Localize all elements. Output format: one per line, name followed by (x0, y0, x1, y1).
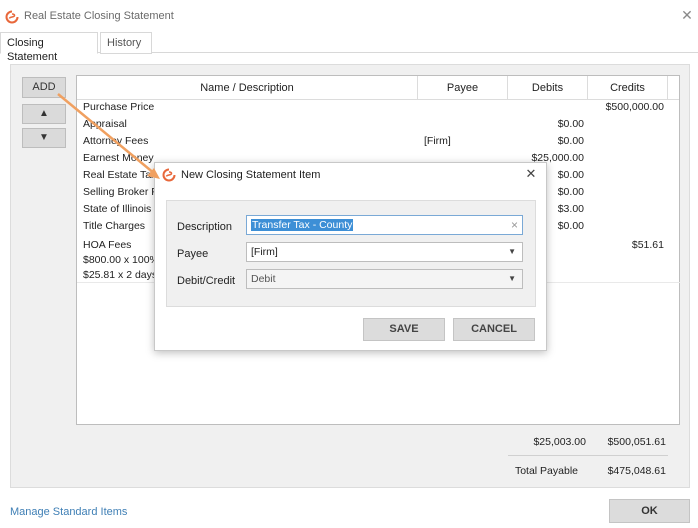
column-header-credits[interactable]: Credits (588, 76, 668, 100)
row-credit[interactable]: $500,000.00 (588, 99, 664, 116)
move-down-button[interactable]: ▼ (22, 128, 66, 148)
add-button[interactable]: ADD (22, 77, 66, 98)
row-credit[interactable]: $51.61 (588, 237, 664, 254)
row-name[interactable]: Purchase Price (83, 99, 415, 116)
tab-history[interactable]: History (100, 32, 152, 54)
payee-label: Payee (177, 248, 209, 260)
tab-closing-statement[interactable]: Closing Statement (0, 32, 98, 63)
dialog-title: New Closing Statement Item (181, 169, 321, 181)
dialog-logo-icon (162, 168, 176, 182)
description-value: Transfer Tax - County (251, 219, 354, 231)
debit-credit-label: Debit/Credit (177, 275, 236, 287)
move-up-button[interactable]: ▲ (22, 104, 66, 124)
window-close-icon[interactable]: ✕ (680, 8, 694, 22)
window-title: Real Estate Closing Statement (24, 10, 174, 22)
debit-credit-value: Debit (251, 273, 276, 285)
total-payable-label: Total Payable (514, 465, 578, 477)
row-payee[interactable]: [Firm] (424, 133, 504, 150)
description-input[interactable]: Transfer Tax - County × (246, 215, 523, 235)
totals-divider (508, 455, 668, 456)
ok-button[interactable]: OK (609, 499, 690, 523)
chevron-down-icon: ▼ (508, 247, 516, 256)
manage-standard-items-link[interactable]: Manage Standard Items (10, 506, 127, 518)
description-label: Description (177, 221, 233, 233)
header-scroll-spacer (668, 76, 679, 100)
clear-icon[interactable]: × (511, 216, 518, 234)
total-credits: $500,051.61 (607, 436, 666, 448)
save-button[interactable]: SAVE (363, 318, 445, 341)
column-header-payee[interactable]: Payee (418, 76, 508, 100)
total-debits: $25,003.00 (533, 436, 586, 448)
app-logo-icon (5, 10, 19, 24)
row-debit[interactable]: $0.00 (508, 133, 584, 150)
total-payable-value: $475,048.61 (607, 465, 666, 477)
row-debit[interactable]: $0.00 (508, 116, 584, 133)
dialog-close-icon[interactable]: ✕ (524, 167, 538, 181)
row-name[interactable]: Attorney Fees (83, 133, 415, 150)
payee-value: [Firm] (251, 246, 278, 258)
debit-credit-select[interactable]: Debit ▼ (246, 269, 523, 289)
column-header-debits[interactable]: Debits (508, 76, 588, 100)
column-header-name[interactable]: Name / Description (77, 76, 418, 100)
cancel-button[interactable]: CANCEL (453, 318, 535, 341)
payee-select[interactable]: [Firm] ▼ (246, 242, 523, 262)
row-name[interactable]: Appraisal (83, 116, 415, 133)
chevron-down-icon: ▼ (508, 274, 516, 283)
